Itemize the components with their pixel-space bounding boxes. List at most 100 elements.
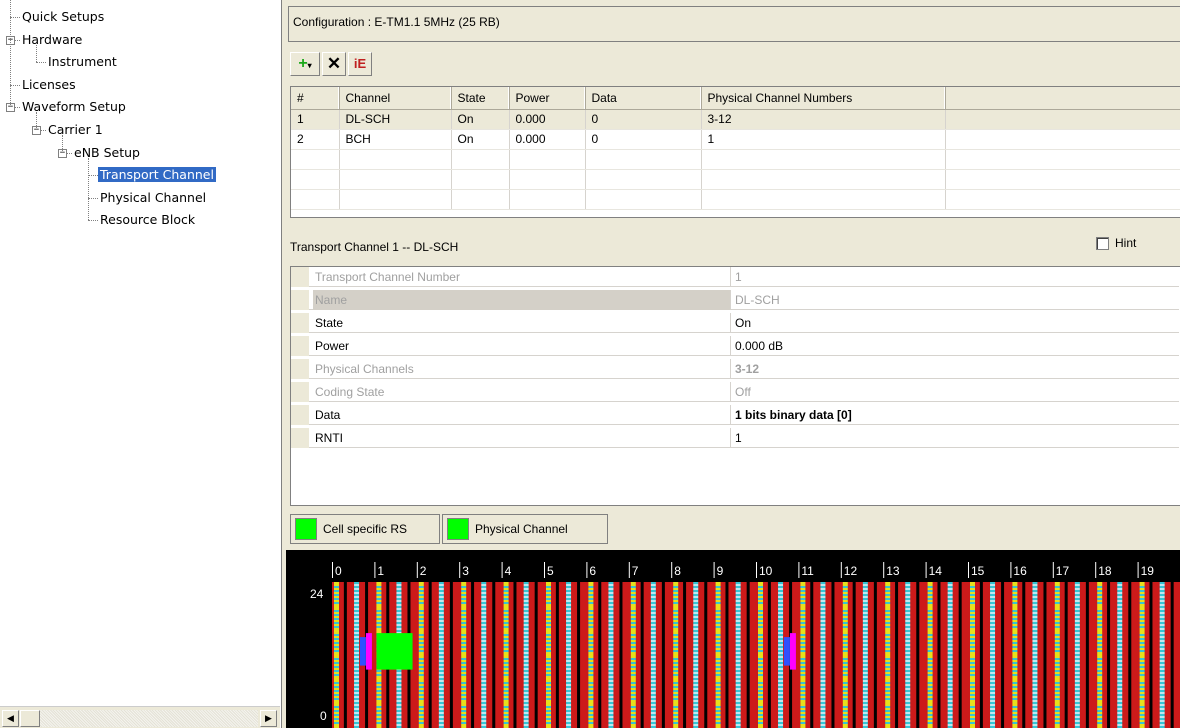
reference-signal [438,652,444,654]
table-cell[interactable] [451,189,510,210]
table-cell[interactable] [339,189,452,210]
table-cell[interactable] [945,189,1180,210]
legend-item-physical-channel[interactable]: Physical Channel [442,514,608,544]
table-cell[interactable] [945,149,1180,170]
property-value[interactable]: 1 [735,428,742,448]
horizontal-scrollbar[interactable]: ◀ ▶ [0,706,280,728]
property-value[interactable]: On [735,313,751,333]
table-cell[interactable] [291,189,340,210]
table-cell[interactable] [509,169,586,190]
table-cell[interactable] [945,109,1180,130]
property-value[interactable]: 0.000 dB [735,336,783,356]
table-cell[interactable]: On [451,129,510,150]
legend-item-cell-specific-rs[interactable]: Cell specific RS [290,514,440,544]
scroll-right-button[interactable]: ▶ [260,710,277,727]
reference-signal [396,680,402,682]
table-cell[interactable]: 3-12 [701,109,946,130]
reference-signal [566,670,572,672]
property-row-coding-state: Coding State Off [291,382,1179,402]
reference-signal [1097,614,1103,616]
reference-signal [523,674,529,676]
property-row-state[interactable]: State On [291,313,1179,333]
reference-signal [735,634,741,636]
column-header[interactable]: Channel [339,87,452,110]
reference-signal [418,698,424,700]
table-row[interactable]: 1 DL-SCH On 0.000 0 3-12 [291,109,1180,130]
table-cell[interactable] [451,169,510,190]
table-cell[interactable]: 2 [291,129,340,150]
column-header[interactable]: # [291,87,340,110]
table-cell[interactable]: 0.000 [509,129,586,150]
scrollbar-thumb[interactable] [20,710,40,727]
reference-signal [970,604,975,606]
tree-item-physical-channel[interactable]: Physical Channel [98,189,208,207]
reference-signal [1032,602,1038,604]
table-cell[interactable]: 0.000 [509,109,586,130]
table-cell[interactable]: 0 [585,109,702,130]
table-cell[interactable] [339,149,452,170]
table-cell[interactable] [509,149,586,170]
add-channel-button[interactable]: +▾ [290,52,320,76]
table-cell[interactable] [945,169,1180,190]
scroll-left-button[interactable]: ◀ [2,710,19,727]
reference-signal [608,626,614,628]
table-row[interactable] [291,149,1180,170]
hint-checkbox[interactable]: Hint [1096,236,1136,250]
column-header[interactable] [945,87,1180,110]
table-cell[interactable] [291,169,340,190]
table-cell[interactable] [585,169,702,190]
delete-channel-button[interactable]: ✕ [322,52,346,76]
column-header[interactable]: Physical Channel Numbers [701,87,946,110]
table-cell[interactable]: 1 [701,129,946,150]
reference-signal [970,630,975,632]
table-cell[interactable] [339,169,452,190]
reference-signal [1054,658,1060,660]
reference-signal [503,652,509,654]
reference-signal [376,606,382,608]
table-row[interactable] [291,189,1180,210]
table-cell[interactable] [701,169,946,190]
reference-signal [927,684,933,686]
table-cell[interactable] [451,149,510,170]
table-cell[interactable] [585,149,702,170]
table-cell[interactable] [945,129,1180,150]
table-cell[interactable] [585,189,702,210]
tree-item-hardware[interactable]: Hardware [20,31,84,49]
reference-signal [800,638,806,640]
column-header[interactable]: State [451,87,510,110]
table-row[interactable]: 2 BCH On 0.000 0 1 [291,129,1180,150]
property-value[interactable]: 1 bits binary data [0] [735,405,852,425]
table-cell[interactable]: 1 [291,109,340,130]
tree-item-quick-setups[interactable]: Quick Setups [20,8,106,26]
table-cell[interactable] [701,149,946,170]
reference-signal [523,646,529,648]
hint-checkbox-box[interactable] [1096,236,1109,250]
tree-item-enb-setup[interactable]: eNB Setup [72,144,142,162]
table-cell[interactable] [701,189,946,210]
table-cell[interactable]: BCH [339,129,452,150]
reference-signal [693,668,699,670]
tree-item-instrument[interactable]: Instrument [46,53,119,71]
reference-signal [438,714,444,716]
tree-item-carrier-1[interactable]: Carrier 1 [46,121,105,139]
property-row-rnti[interactable]: RNTI 1 [291,428,1179,448]
reference-signal [1054,654,1060,656]
column-header[interactable]: Power [509,87,586,110]
table-cell[interactable] [509,189,586,210]
table-cell[interactable]: DL-SCH [339,109,452,130]
column-header[interactable]: Data [585,87,702,110]
table-cell[interactable]: On [451,109,510,130]
reference-signal [862,686,868,688]
ie-button[interactable]: iE [348,52,372,76]
tree-item-licenses[interactable]: Licenses [20,76,78,94]
tree-item-transport-channel[interactable]: Transport Channel [98,166,216,184]
tree-item-resource-block[interactable]: Resource Block [98,211,197,229]
reference-signal [630,586,636,588]
table-cell[interactable] [291,149,340,170]
scrollbar-track[interactable] [20,710,258,727]
reference-signal [418,644,424,646]
property-row-data[interactable]: Data 1 bits binary data [0] [291,405,1179,425]
property-row-power[interactable]: Power 0.000 dB [291,336,1179,356]
table-row[interactable] [291,169,1180,190]
table-cell[interactable]: 0 [585,129,702,150]
